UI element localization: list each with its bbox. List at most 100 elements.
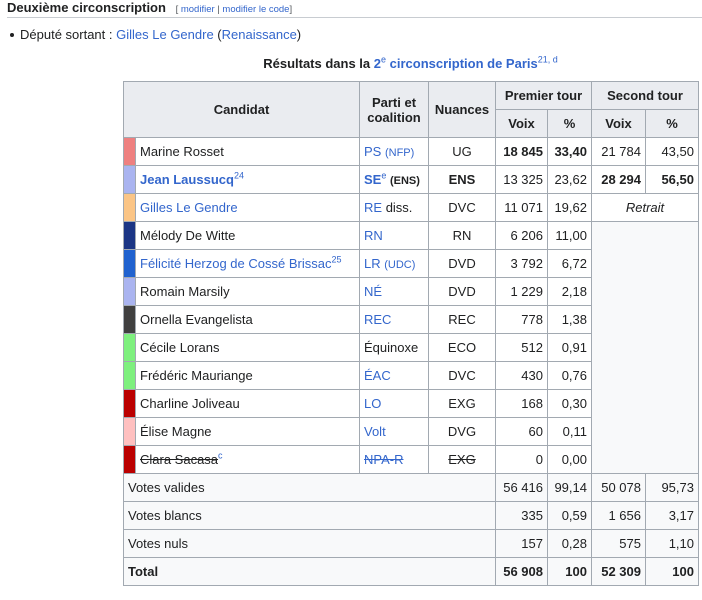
party-link[interactable]: NÉ <box>364 284 382 299</box>
candidate-name-text[interactable]: Frédéric Mauriange <box>140 368 253 383</box>
candidate-name-text[interactable]: Cécile Lorans <box>140 340 220 355</box>
outgoing-deputy-link[interactable]: Gilles Le Gendre <box>116 27 214 42</box>
coalition-link[interactable]: (NFP) <box>385 147 414 159</box>
party-cell: ÉAC <box>359 361 429 390</box>
summary-row: Total 56 908 100 52 309 100 <box>123 557 699 586</box>
summary-p2: 100 <box>645 557 699 586</box>
summary-v1: 56 416 <box>495 473 548 502</box>
candidate-name-text[interactable]: Jean Laussucq <box>140 172 234 187</box>
col-parti: Parti et coalition <box>359 81 429 138</box>
party-cell: NPA-R <box>359 445 429 474</box>
footnote-link[interactable]: 24 <box>234 171 244 181</box>
candidate-name-text[interactable]: Romain Marsily <box>140 284 230 299</box>
pct-round1: 0,00 <box>547 445 592 474</box>
summary-label: Votes nuls <box>123 529 496 558</box>
candidate-row: Gilles Le Gendre RE diss. DVC 11 071 19,62 Re… <box>123 193 699 222</box>
votes-round1: 60 <box>495 417 548 446</box>
votes-round1: 168 <box>495 389 548 418</box>
party-link[interactable]: RE <box>364 200 382 215</box>
summary-p1: 0,28 <box>547 529 592 558</box>
candidate-name: Ornella Evangelista <box>135 305 360 334</box>
candidate-name-text[interactable]: Félicité Herzog de Cossé Brissac <box>140 256 331 271</box>
party-color-swatch <box>123 389 136 418</box>
summary-v1: 157 <box>495 529 548 558</box>
party-cell: NÉ <box>359 277 429 306</box>
summary-p1: 0,59 <box>547 501 592 530</box>
votes-round1: 6 206 <box>495 221 548 250</box>
party-link[interactable]: ÉAC <box>364 368 391 383</box>
votes-round2: 28 294 <box>591 165 646 194</box>
party-link[interactable]: Volt <box>364 424 386 439</box>
candidate-name-text[interactable]: Charline Joliveau <box>140 396 240 411</box>
coalition-link[interactable]: (ENS) <box>390 175 420 187</box>
party-link[interactable]: SE <box>364 172 381 187</box>
nuance-cell: EXG <box>428 445 496 474</box>
candidate-name: Élise Magne <box>135 417 360 446</box>
party-color-swatch <box>123 333 136 362</box>
bullet-icon <box>10 32 14 37</box>
party-link[interactable]: LR <box>364 256 381 271</box>
pct-round2: 56,50 <box>645 165 699 194</box>
candidate-name-text[interactable]: Gilles Le Gendre <box>140 200 238 215</box>
party-color-swatch <box>123 137 136 166</box>
edit-links: [ modifier | modifier le code] <box>175 4 293 15</box>
col-candidat: Candidat <box>123 81 360 138</box>
party-link[interactable]: LO <box>364 396 381 411</box>
pct-round1: 1,38 <box>547 305 592 334</box>
footnote-link[interactable]: 25 <box>331 255 341 265</box>
party-color-swatch <box>123 193 136 222</box>
pct-round1: 0,30 <box>547 389 592 418</box>
candidate-name: Frédéric Mauriange <box>135 361 360 390</box>
pct-round1: 6,72 <box>547 249 592 278</box>
party-color-swatch <box>123 249 136 278</box>
party-cell: Volt <box>359 417 429 446</box>
candidate-name-text[interactable]: Ornella Evangelista <box>140 312 253 327</box>
pct-round1: 11,00 <box>547 221 592 250</box>
votes-round1: 11 071 <box>495 193 548 222</box>
candidate-name: Mélody De Witte <box>135 221 360 250</box>
summary-p2: 1,10 <box>645 529 699 558</box>
summary-v2: 52 309 <box>591 557 646 586</box>
pct-round1: 2,18 <box>547 277 592 306</box>
outgoing-party-link[interactable]: Renaissance <box>222 27 297 42</box>
party-link[interactable]: PS <box>364 144 381 159</box>
votes-round1: 18 845 <box>495 137 548 166</box>
summary-v2: 1 656 <box>591 501 646 530</box>
party-color-swatch <box>123 417 136 446</box>
coalition-link[interactable]: (UDC) <box>384 259 415 271</box>
party-link[interactable]: NPA-R <box>364 452 403 467</box>
candidate-name: Romain Marsily <box>135 277 360 306</box>
edit-link[interactable]: modifier <box>181 4 215 15</box>
nuance-cell: EXG <box>428 389 496 418</box>
summary-label: Votes valides <box>123 473 496 502</box>
footnote-link[interactable]: c <box>218 451 223 461</box>
caption-note-link[interactable]: 21, d <box>538 55 558 65</box>
candidate-name-text[interactable]: Mélody De Witte <box>140 228 235 243</box>
pct-round1: 0,76 <box>547 361 592 390</box>
results-table: Candidat Parti et coalition Nuances Prem… <box>123 81 699 586</box>
constituency-link[interactable]: 2e circonscription de Paris <box>374 55 538 71</box>
summary-label: Votes blancs <box>123 501 496 530</box>
nuance-cell: RN <box>428 221 496 250</box>
candidate-row: Mélody De Witte RN RN 6 206 11,00 <box>123 221 699 474</box>
nuance-cell: ENS <box>428 165 496 194</box>
pct-round1: 33,40 <box>547 137 592 166</box>
col-pct-2: % <box>645 109 699 138</box>
party-cell: LO <box>359 389 429 418</box>
candidate-name: Cécile Lorans <box>135 333 360 362</box>
candidate-name: Charline Joliveau <box>135 389 360 418</box>
nuance-cell: DVC <box>428 361 496 390</box>
votes-round1: 1 229 <box>495 277 548 306</box>
summary-v2: 575 <box>591 529 646 558</box>
edit-source-link[interactable]: modifier le code <box>222 4 289 15</box>
summary-p2: 95,73 <box>645 473 699 502</box>
votes-round1: 3 792 <box>495 249 548 278</box>
candidate-name-text[interactable]: Élise Magne <box>140 424 212 439</box>
party-link[interactable]: REC <box>364 312 391 327</box>
table-caption: Résultats dans la 2e circonscription de … <box>263 54 558 71</box>
party-link[interactable]: RN <box>364 228 383 243</box>
section-heading: Deuxième circonscription [ modifier | mo… <box>7 0 292 15</box>
summary-row: Votes nuls 157 0,28 575 1,10 <box>123 529 699 558</box>
candidates-body: Marine Rosset PS (NFP) UG 18 845 33,40 21 784… <box>123 137 699 474</box>
votes-round1: 430 <box>495 361 548 390</box>
